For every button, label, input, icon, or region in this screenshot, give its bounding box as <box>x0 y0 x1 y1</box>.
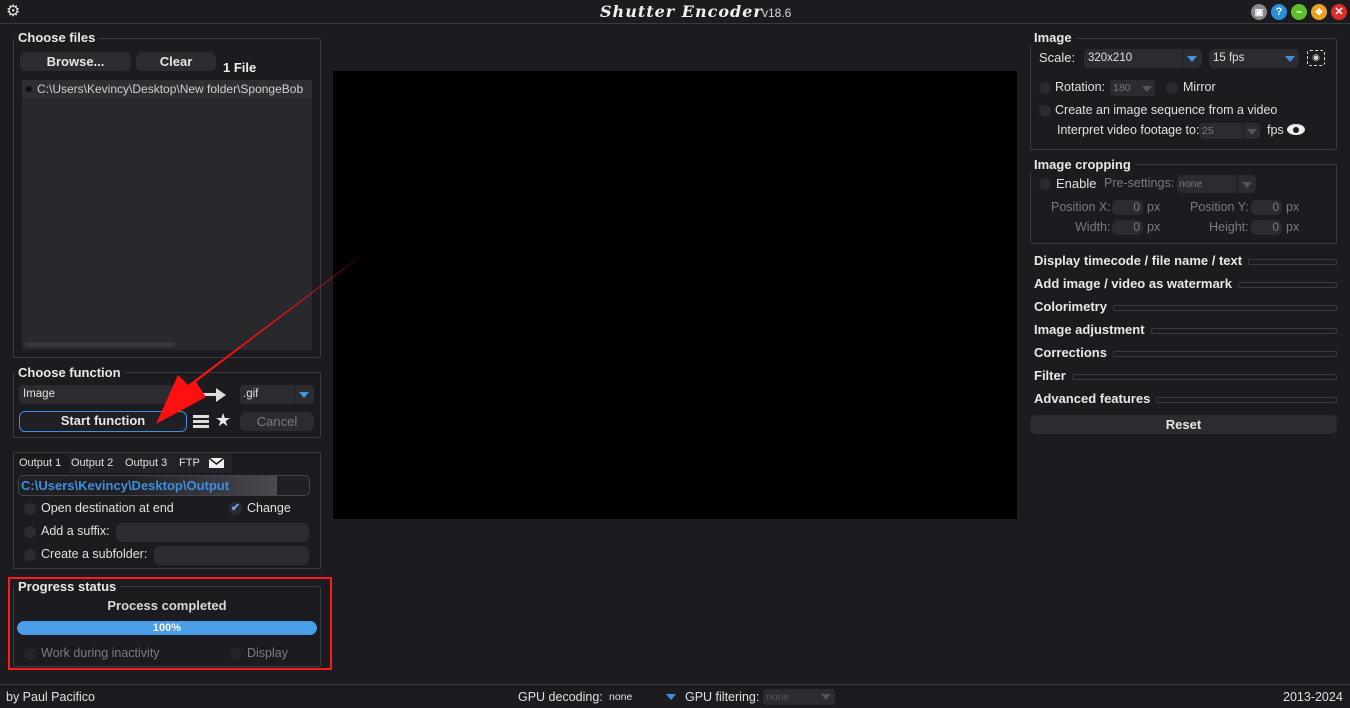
annotation-arrow-shape <box>156 252 366 424</box>
annotation-arrow <box>156 252 366 424</box>
